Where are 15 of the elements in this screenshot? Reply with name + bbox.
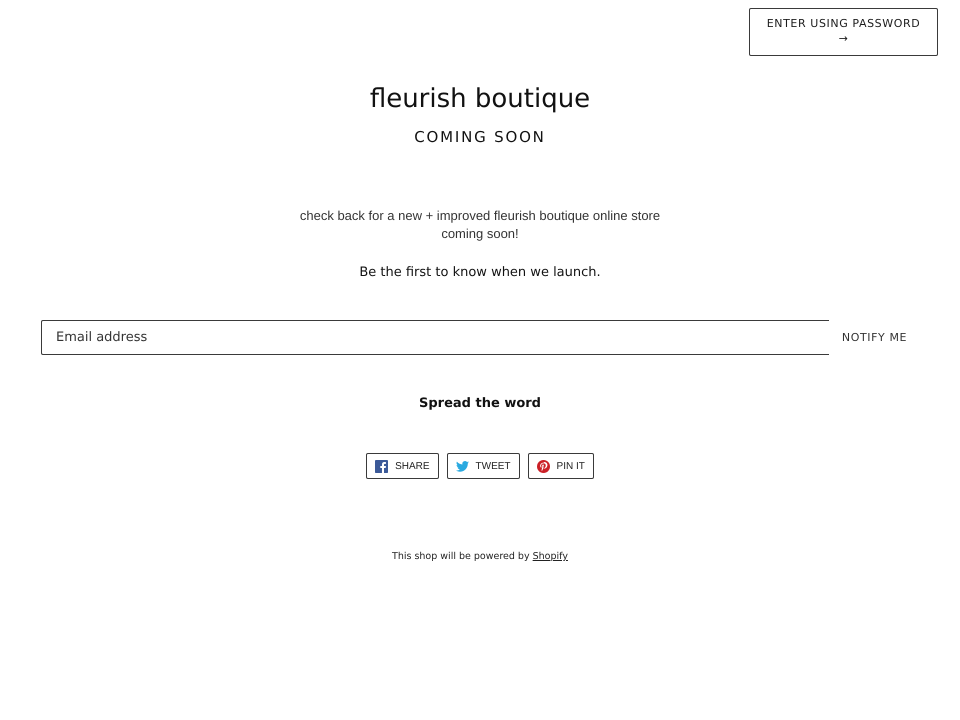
footer-text: This shop will be powered by Shopify bbox=[392, 550, 568, 564]
facebook-icon bbox=[375, 460, 388, 472]
twitter-icon bbox=[456, 460, 469, 472]
share-button[interactable]: TWEET bbox=[446, 453, 520, 479]
store-title: fleurish boutique bbox=[370, 83, 590, 116]
coming-soon-subtitle: COMING SOON bbox=[414, 127, 546, 147]
shopify-link[interactable]: Shopify bbox=[532, 551, 568, 562]
share-heading: Spread the word bbox=[419, 395, 541, 413]
email-input-field[interactable]: Email address bbox=[41, 320, 829, 355]
share-button[interactable]: SHARE bbox=[366, 453, 439, 479]
pinterest-icon bbox=[536, 460, 550, 472]
call-to-action-text: Be the first to know when we launch. bbox=[359, 264, 601, 282]
enter-using-password-button[interactable]: ENTER USING PASSWORD → bbox=[749, 8, 938, 56]
share-button[interactable]: PIN IT bbox=[528, 453, 594, 479]
intro-message: check back for a new + improved fleurish boutique online store coming soon! bbox=[298, 207, 662, 243]
